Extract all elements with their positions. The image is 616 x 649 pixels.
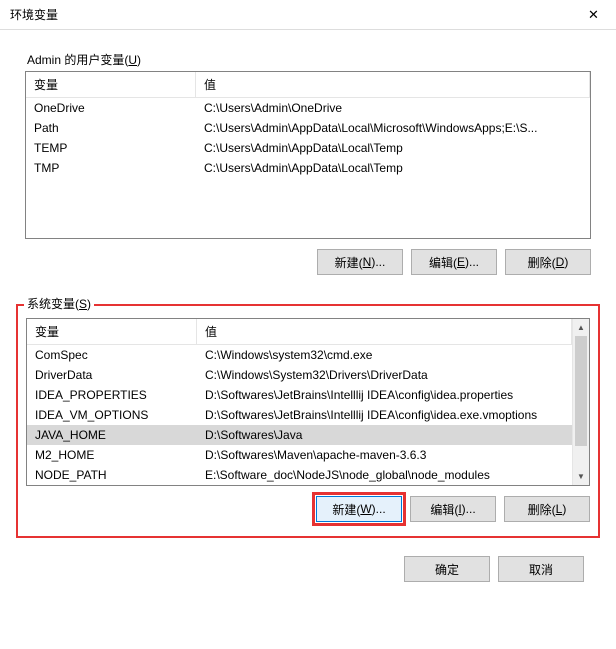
cell-value: C:\Users\Admin\AppData\Local\Microsoft\W…	[196, 120, 590, 136]
close-icon: ✕	[588, 7, 599, 23]
cell-value: D:\Softwares\JetBrains\Intelllij IDEA\co…	[197, 387, 572, 403]
user-variables-label: Admin 的用户变量(U)	[24, 51, 144, 68]
table-row[interactable]: NODE_PATHE:\Software_doc\NodeJS\node_glo…	[27, 465, 572, 485]
window-title: 环境变量	[10, 6, 571, 23]
cancel-button[interactable]: 取消	[498, 556, 584, 582]
system-new-button[interactable]: 新建(W)...	[316, 496, 402, 522]
cell-name: OneDrive	[26, 100, 196, 116]
titlebar: 环境变量 ✕	[0, 0, 616, 30]
cell-name: TEMP	[26, 140, 196, 156]
table-row[interactable]: ComSpecC:\Windows\system32\cmd.exe	[27, 345, 572, 365]
scroll-down-icon[interactable]: ▼	[573, 468, 589, 485]
table-row[interactable]: JAVA_HOMED:\Softwares\Java	[27, 425, 572, 445]
cell-name: NODE_PATH	[27, 467, 197, 483]
dialog-content: Admin 的用户变量(U) 变量 值 OneDriveC:\Users\Adm…	[0, 30, 616, 598]
table-row[interactable]: M2_HOMED:\Softwares\Maven\apache-maven-3…	[27, 445, 572, 465]
system-edit-button[interactable]: 编辑(I)...	[410, 496, 496, 522]
ok-button[interactable]: 确定	[404, 556, 490, 582]
cell-value: C:\Users\Admin\AppData\Local\Temp	[196, 140, 590, 156]
scroll-track[interactable]	[573, 336, 589, 468]
table-row[interactable]: TMPC:\Users\Admin\AppData\Local\Temp	[26, 158, 590, 178]
cell-value: D:\Softwares\Maven\apache-maven-3.6.3	[197, 447, 572, 463]
system-delete-button[interactable]: 删除(L)	[504, 496, 590, 522]
col-header-value[interactable]: 值	[197, 319, 572, 344]
scroll-thumb[interactable]	[575, 336, 587, 446]
table-row[interactable]: PathC:\Users\Admin\AppData\Local\Microso…	[26, 118, 590, 138]
table-row[interactable]: IDEA_VM_OPTIONSD:\Softwares\JetBrains\In…	[27, 405, 572, 425]
user-variables-group: Admin 的用户变量(U) 变量 值 OneDriveC:\Users\Adm…	[16, 60, 600, 280]
table-row[interactable]: OneDriveC:\Users\Admin\OneDrive	[26, 98, 590, 118]
col-header-value[interactable]: 值	[196, 72, 590, 97]
cell-name: ComSpec	[27, 347, 197, 363]
system-variables-label: 系统变量(S)	[24, 295, 94, 312]
cell-value: E:\Software_doc\NodeJS\node_global\node_…	[197, 467, 572, 483]
cell-name: IDEA_PROPERTIES	[27, 387, 197, 403]
cell-name: TMP	[26, 160, 196, 176]
col-header-name[interactable]: 变量	[27, 319, 197, 344]
table-row[interactable]: DriverDataC:\Windows\System32\Drivers\Dr…	[27, 365, 572, 385]
system-variables-group: 系统变量(S) 变量 值 ComSpecC:\Windows\system32\…	[16, 304, 600, 538]
cell-name: DriverData	[27, 367, 197, 383]
sys-list-header: 变量 值	[27, 319, 572, 345]
system-list-scrollbar[interactable]: ▲ ▼	[572, 319, 589, 485]
col-header-name[interactable]: 变量	[26, 72, 196, 97]
dialog-button-row: 确定 取消	[16, 538, 600, 582]
cell-name: M2_HOME	[27, 447, 197, 463]
table-row[interactable]: TEMPC:\Users\Admin\AppData\Local\Temp	[26, 138, 590, 158]
user-new-button[interactable]: 新建(N)...	[317, 249, 403, 275]
close-button[interactable]: ✕	[571, 0, 616, 30]
scroll-up-icon[interactable]: ▲	[573, 319, 589, 336]
cell-value: D:\Softwares\Java	[197, 427, 572, 443]
system-variables-list[interactable]: 变量 值 ComSpecC:\Windows\system32\cmd.exeD…	[26, 318, 590, 486]
user-list-header: 变量 值	[26, 72, 590, 98]
cell-value: D:\Softwares\JetBrains\Intelllij IDEA\co…	[197, 407, 572, 423]
cell-value: C:\Windows\System32\Drivers\DriverData	[197, 367, 572, 383]
cell-name: Path	[26, 120, 196, 136]
user-edit-button[interactable]: 编辑(E)...	[411, 249, 497, 275]
cell-name: IDEA_VM_OPTIONS	[27, 407, 197, 423]
cell-value: C:\Users\Admin\AppData\Local\Temp	[196, 160, 590, 176]
table-row[interactable]: IDEA_PROPERTIESD:\Softwares\JetBrains\In…	[27, 385, 572, 405]
user-delete-button[interactable]: 删除(D)	[505, 249, 591, 275]
cell-value: C:\Users\Admin\OneDrive	[196, 100, 590, 116]
cell-value: C:\Windows\system32\cmd.exe	[197, 347, 572, 363]
user-variables-list[interactable]: 变量 值 OneDriveC:\Users\Admin\OneDrivePath…	[25, 71, 591, 239]
cell-name: JAVA_HOME	[27, 427, 197, 443]
